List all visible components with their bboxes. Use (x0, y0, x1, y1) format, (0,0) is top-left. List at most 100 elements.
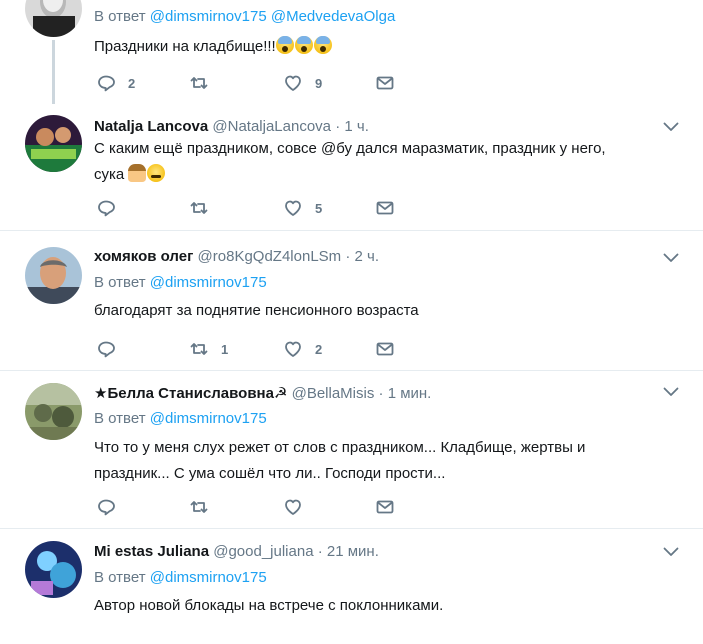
like-button[interactable] (283, 496, 315, 518)
like-button[interactable]: 5 (283, 197, 322, 219)
author-handle[interactable]: @ro8KgQdZ4lonLSm (198, 248, 342, 265)
timestamp[interactable]: 1 ч. (344, 118, 369, 135)
tweet-actions: 2 9 (94, 72, 414, 94)
tweet-header: Mi estas Juliana @good_juliana · 21 мин. (94, 543, 379, 560)
mention-link[interactable]: @MedvedevaOlga (271, 8, 395, 25)
author-name[interactable]: Mi estas Juliana (94, 543, 209, 560)
tweet-text-content: сука (94, 166, 125, 183)
tweet-actions: 1 2 (94, 338, 414, 360)
retweet-button[interactable] (189, 197, 221, 219)
tweet-header: ★Белла Станиславовна☭ @BellaMisis · 1 ми… (94, 384, 431, 402)
retweet-button[interactable]: 1 (189, 338, 228, 360)
reply-icon (98, 499, 115, 516)
mention-link[interactable]: @dimsmirnov175 (150, 8, 267, 25)
retweet-icon (190, 343, 208, 355)
face-screaming-in-fear-icon (313, 36, 332, 54)
author-name[interactable]: Natalja Lancova (94, 118, 208, 135)
timestamp[interactable]: 1 мин. (388, 385, 432, 402)
reply-context: В ответ @dimsmirnov175 (94, 569, 267, 586)
heart-icon (285, 75, 301, 91)
separator-dot: · (378, 385, 384, 402)
retweet-button[interactable] (189, 496, 221, 518)
mention-link[interactable]: @dimsmirnov175 (150, 410, 267, 427)
retweet-icon (190, 501, 208, 513)
retweet-icon (190, 202, 208, 214)
reply-button[interactable] (96, 338, 128, 360)
envelope-icon (376, 342, 394, 356)
tweet-0[interactable]: В ответ @dimsmirnov175 @MedvedevaOlga Пр… (0, 0, 703, 108)
mention-link[interactable]: @dimsmirnov175 (150, 274, 267, 291)
avatar[interactable] (25, 247, 82, 304)
face-screaming-in-fear-icon (275, 36, 294, 54)
reply-context: В ответ @dimsmirnov175 (94, 410, 267, 427)
direct-message-button[interactable] (375, 197, 395, 219)
mention-link[interactable]: @dimsmirnov175 (150, 569, 267, 586)
tweet-text-line: сука (94, 162, 654, 188)
tweet-text: благодарят за поднятие пенсионного возра… (94, 302, 419, 319)
avatar[interactable] (25, 115, 82, 172)
reply-context: В ответ @dimsmirnov175 @MedvedevaOlga (94, 8, 395, 25)
thread-connector-line (52, 40, 55, 104)
like-count: 9 (315, 75, 323, 91)
direct-message-button[interactable] (375, 338, 395, 360)
reply-icon (98, 75, 115, 92)
direct-message-button[interactable] (375, 72, 395, 94)
reply-button[interactable] (96, 496, 128, 518)
tweet-2[interactable]: хомяков олег @ro8KgQdZ4lonLSm · 2 ч. В о… (0, 231, 703, 370)
woman-facepalming-icon (128, 164, 147, 182)
persevering-face-icon (147, 164, 166, 182)
more-menu-button[interactable] (663, 122, 679, 132)
author-handle[interactable]: @NataljaLancova (212, 118, 331, 135)
like-count: 5 (315, 200, 323, 216)
direct-message-button[interactable] (375, 496, 395, 518)
reply-button[interactable]: 2 (96, 72, 135, 94)
tweet-text-content: Праздники на кладбище!!! (94, 38, 276, 55)
retweet-icon (190, 77, 208, 89)
like-button[interactable]: 9 (283, 72, 322, 94)
retweet-count: 1 (221, 341, 229, 357)
like-count: 2 (315, 341, 323, 357)
separator-dot: · (345, 248, 351, 265)
retweet-button[interactable] (189, 72, 221, 94)
tweet-text: Автор новой блокады на встрече с поклонн… (94, 597, 444, 614)
avatar[interactable] (25, 541, 82, 598)
avatar[interactable] (25, 383, 82, 440)
reply-prefix: В ответ (94, 569, 146, 586)
reply-count: 2 (128, 75, 136, 91)
avatar[interactable] (25, 0, 82, 37)
tweet-text: Праздники на кладбище!!! (94, 34, 654, 60)
more-menu-button[interactable] (663, 387, 679, 397)
reply-icon (98, 341, 115, 358)
tweet-header: Natalja Lancova @NataljaLancova · 1 ч. (94, 118, 369, 135)
more-menu-button[interactable] (663, 253, 679, 263)
author-name[interactable]: хомяков олег (94, 248, 193, 265)
author-handle[interactable]: @BellaMisis (292, 385, 375, 402)
tweet-4[interactable]: Mi estas Juliana @good_juliana · 21 мин.… (0, 529, 703, 644)
separator-dot: · (335, 118, 341, 135)
reply-prefix: В ответ (94, 410, 146, 427)
envelope-icon (376, 201, 394, 215)
tweet-1[interactable]: Natalja Lancova @NataljaLancova · 1 ч. С… (0, 108, 703, 230)
reply-prefix: В ответ (94, 274, 146, 291)
reply-button[interactable] (96, 197, 128, 219)
timestamp[interactable]: 2 ч. (355, 248, 380, 265)
heart-icon (285, 499, 301, 515)
tweet-header: хомяков олег @ro8KgQdZ4lonLSm · 2 ч. (94, 248, 379, 265)
tweet-text: С каким ещё праздником, совсе @бу дался … (94, 136, 654, 188)
author-handle[interactable]: @good_juliana (213, 543, 313, 560)
reply-icon (98, 200, 115, 217)
tweet-actions (94, 496, 414, 518)
like-button[interactable]: 2 (283, 338, 322, 360)
author-name[interactable]: ★Белла Станиславовна☭ (94, 385, 287, 402)
heart-icon (285, 200, 301, 216)
timestamp[interactable]: 21 мин. (327, 543, 379, 560)
chevron-down-icon (663, 122, 679, 131)
reply-prefix: В ответ (94, 8, 146, 25)
envelope-icon (376, 500, 394, 514)
heart-icon (285, 341, 301, 357)
tweet-3[interactable]: ★Белла Станиславовна☭ @BellaMisis · 1 ми… (0, 371, 703, 529)
tweet-text-line: С каким ещё праздником, совсе @бу дался … (94, 140, 606, 157)
more-menu-button[interactable] (663, 547, 679, 557)
tweet-actions: 5 (94, 197, 414, 219)
separator-dot: · (317, 543, 323, 560)
